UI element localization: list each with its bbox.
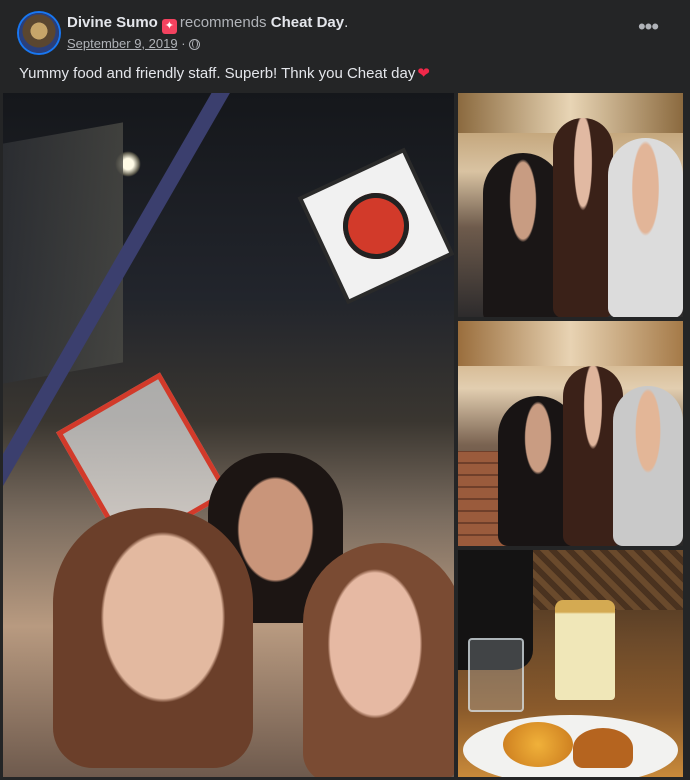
empanada [573, 728, 633, 768]
shake-glass [555, 600, 615, 700]
fried-rice [503, 722, 573, 767]
person-c [613, 386, 683, 546]
restaurant-group-photo-1[interactable] [458, 93, 683, 317]
street-selfie-photo[interactable] [3, 93, 454, 777]
post-header: Divine Sumo ✦ recommends Cheat Day. [67, 14, 348, 34]
person-left [53, 508, 253, 768]
wood-ceiling [458, 321, 683, 366]
food-and-drink-photo[interactable] [458, 550, 683, 777]
post-card: Divine Sumo ✦ recommends Cheat Day. Septem… [0, 0, 690, 780]
author-name[interactable]: Divine Sumo [67, 14, 158, 31]
storefront-wall [3, 122, 123, 384]
person-a [483, 153, 563, 317]
person-b [553, 118, 613, 317]
post-text-body: Yummy food and friendly staff. Superb! T… [19, 65, 416, 82]
author-avatar[interactable] [19, 13, 59, 53]
header-period: . [344, 14, 349, 31]
post-date[interactable]: September 9, 2019 [67, 36, 178, 51]
recommend-badge-icon: ✦ [161, 19, 177, 34]
post-text: Yummy food and friendly staff. Superb! T… [19, 64, 430, 82]
post-meta: September 9, 2019 · [67, 36, 200, 51]
recommends-text: recommends [179, 14, 267, 31]
restaurant-group-photo-2[interactable] [458, 321, 683, 546]
heart-icon: ❤ [417, 65, 430, 82]
water-glass [468, 638, 524, 712]
person-right-front [303, 543, 454, 777]
globe-icon[interactable] [188, 39, 200, 50]
person-c [608, 138, 683, 317]
meta-separator: · [181, 36, 186, 51]
restaurant-sign-icon [302, 152, 450, 300]
page-name-link[interactable]: Cheat Day [271, 14, 344, 31]
more-options-button[interactable]: ••• [630, 16, 666, 44]
